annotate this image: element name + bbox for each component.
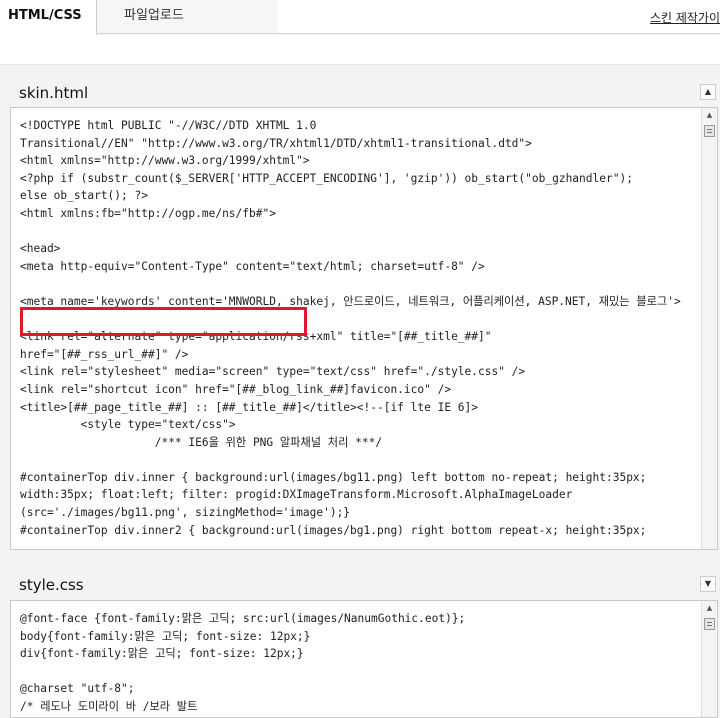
tab-file-upload[interactable]: 파일업로드 <box>97 0 277 34</box>
code-line: <style type="text/css"> <box>20 418 236 432</box>
code-line: <title>[##_page_title_##] :: [##_title_#… <box>20 400 479 414</box>
code-line: /*** IE6을 위한 PNG 알파채널 처리 ***/ <box>20 435 383 449</box>
code-line: <html xmlns:fb="http://ogp.me/ns/fb#"> <box>20 206 276 220</box>
code-line: /* 레도나 도미라이 바 /보라 발트 <box>20 699 198 713</box>
code-line: width:35px; float:left; filter: progid:D… <box>20 488 573 502</box>
code-line: href="[##_rss_url_##]" /> <box>20 347 189 361</box>
collapse-skin-button[interactable]: ▲ <box>700 84 716 100</box>
code-line: <html xmlns="http://www.w3.org/1999/xhtm… <box>20 154 310 168</box>
code-line: body{font-family:맑은 고딕; font-size: 12px;… <box>20 629 311 643</box>
code-line: (src='./images/bg11.png', sizingMethod='… <box>20 506 351 520</box>
style-panel-header: style.css ▼ <box>0 572 720 600</box>
code-line: <!DOCTYPE html PUBLIC "-//W3C//DTD XHTML… <box>20 119 317 132</box>
code-line: @font-face {font-family:맑은 고딕; src:url(i… <box>20 612 466 625</box>
code-line: <?php if (substr_count($_SERVER['HTTP_AC… <box>20 171 633 185</box>
code-line: <link rel="shortcut icon" href="[##_blog… <box>20 382 452 396</box>
top-band <box>0 35 720 65</box>
scroll-up-arrow-icon[interactable]: ▲ <box>702 601 717 616</box>
code-line: #containerTop div.inner2 { background:ur… <box>20 523 647 537</box>
scroll-thumb[interactable] <box>704 618 715 630</box>
expand-style-button[interactable]: ▼ <box>700 576 716 592</box>
skin-scrollbar[interactable]: ▲ <box>701 108 717 549</box>
code-line: @charset "utf-8"; <box>20 682 135 696</box>
chevron-up-icon: ▲ <box>704 87 712 96</box>
code-line: <meta http-equiv="Content-Type" content=… <box>20 259 485 273</box>
code-line: else ob_start(); ?> <box>20 189 148 203</box>
style-code-text[interactable]: @font-face {font-family:맑은 고딕; src:url(i… <box>20 610 693 716</box>
highlight-box <box>20 307 307 336</box>
style-css-editor[interactable]: @font-face {font-family:맑은 고딕; src:url(i… <box>10 600 718 718</box>
skin-panel-header: skin.html ▲ <box>0 80 720 108</box>
scroll-thumb[interactable] <box>704 125 715 137</box>
code-line: #containerTop div.inner { background:url… <box>20 470 647 484</box>
tab-bar: HTML/CSS 파일업로드 스킨 제작가이 <box>0 0 720 35</box>
chevron-down-icon: ▼ <box>704 579 712 588</box>
style-panel-title: style.css <box>19 576 84 594</box>
skin-guide-link[interactable]: 스킨 제작가이 <box>650 9 720 26</box>
code-line: <link rel="stylesheet" media="screen" ty… <box>20 365 526 379</box>
code-line: div{font-family:맑은 고딕; font-size: 12px;} <box>20 647 304 661</box>
code-line: Transitional//EN" "http://www.w3.org/TR/… <box>20 136 532 150</box>
skin-panel-title: skin.html <box>19 84 89 102</box>
tab-html-css[interactable]: HTML/CSS <box>0 0 97 35</box>
style-scrollbar[interactable]: ▲ <box>701 601 717 717</box>
skin-html-editor[interactable]: <!DOCTYPE html PUBLIC "-//W3C//DTD XHTML… <box>10 107 718 550</box>
scroll-up-arrow-icon[interactable]: ▲ <box>702 108 717 123</box>
code-line: <head> <box>20 242 61 256</box>
